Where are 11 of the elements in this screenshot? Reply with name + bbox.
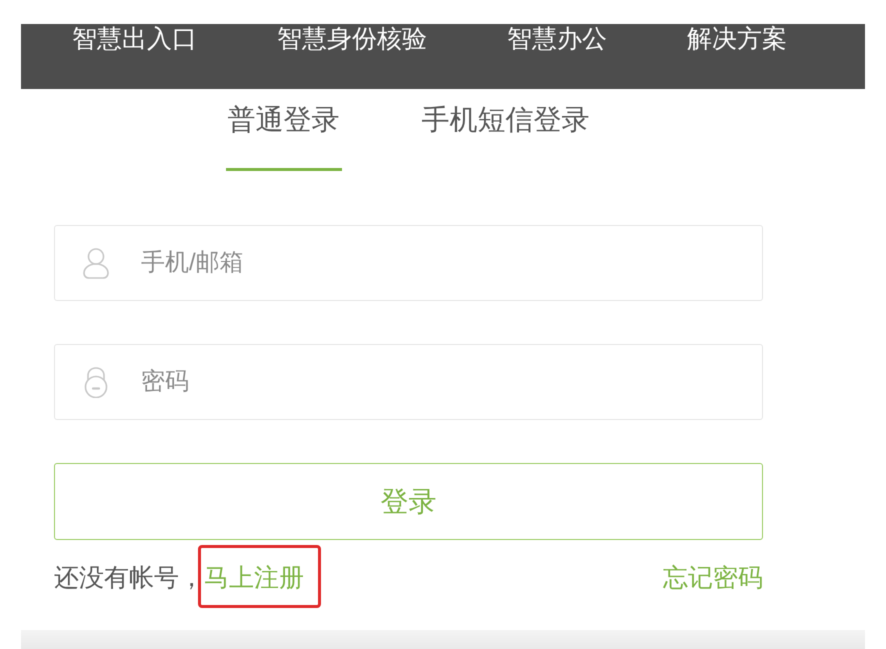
nav-link[interactable]: 智慧出入口 [72, 25, 197, 53]
lock-icon [83, 367, 109, 398]
password-field[interactable]: 密码 [54, 344, 763, 420]
signup-prompt: 还没有帐号，马上注册 [54, 564, 304, 592]
login-tab[interactable]: 手机短信登录 [420, 104, 592, 171]
nav-link[interactable]: 智慧办公 [507, 25, 607, 53]
nav-link[interactable]: 智慧身份核验 [277, 25, 427, 53]
login-tab[interactable]: 普通登录 [226, 104, 342, 171]
user-icon [83, 248, 109, 279]
nav-link[interactable]: 解决方案 [687, 25, 787, 53]
account-field[interactable]: 手机/邮箱 [54, 225, 763, 301]
